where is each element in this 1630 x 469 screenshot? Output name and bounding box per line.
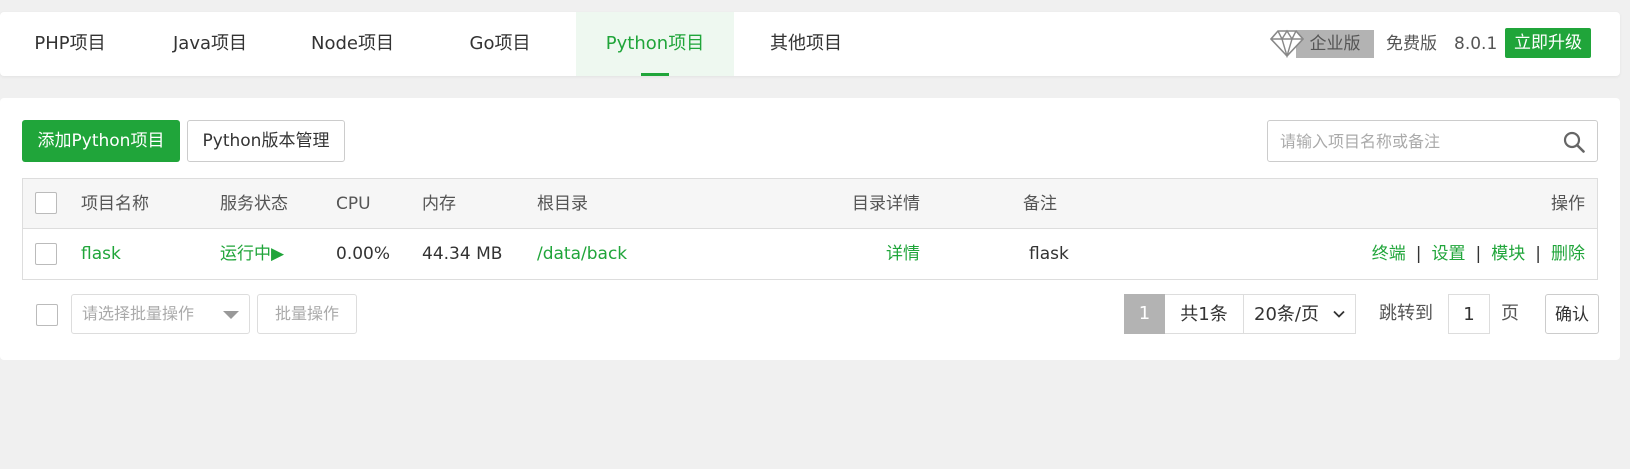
goto-page-input[interactable]: 1 — [1448, 294, 1490, 334]
root-dir-link[interactable]: /data/back — [537, 229, 627, 279]
tab-other[interactable]: 其他项目 — [734, 12, 878, 76]
batch-operation-button[interactable]: 批量操作 — [257, 294, 357, 334]
memory-value: 44.34 MB — [422, 244, 503, 264]
project-name-link[interactable]: flask — [81, 229, 121, 279]
chevron-down-icon — [1333, 310, 1345, 318]
page-size-value: 20条/页 — [1254, 304, 1319, 325]
column-header-memory: 内存 — [422, 194, 456, 214]
settings-link[interactable]: 设置 — [1432, 244, 1466, 264]
column-header-name: 项目名称 — [81, 194, 149, 214]
search-icon[interactable] — [1563, 131, 1585, 153]
project-panel: 添加Python项目 Python版本管理 项目名称 服务状态 CPU 内存 根… — [0, 98, 1620, 360]
add-python-project-button[interactable]: 添加Python项目 — [22, 120, 180, 162]
batch-select-all-checkbox[interactable] — [36, 304, 58, 326]
search-box — [1267, 120, 1598, 162]
terminal-link[interactable]: 终端 — [1372, 244, 1406, 264]
caret-down-icon — [223, 311, 239, 319]
diamond-icon — [1270, 29, 1304, 58]
op-separator: | — [1415, 244, 1422, 264]
op-separator: | — [1535, 244, 1541, 264]
delete-link[interactable]: 删除 — [1551, 244, 1585, 264]
column-header-ops: 操作 — [1551, 194, 1585, 214]
remark-value[interactable]: flask — [1029, 229, 1069, 279]
tab-java[interactable]: Java项目 — [140, 12, 280, 76]
service-status[interactable]: 运行中▶ — [220, 229, 284, 279]
pagination-total: 共1条 — [1165, 294, 1244, 334]
table-header: 项目名称 服务状态 CPU 内存 根目录 目录详情 备注 操作 — [23, 179, 1597, 229]
project-type-tabbar: PHP项目 Java项目 Node项目 Go项目 Python项目 其他项目 企… — [0, 12, 1620, 76]
project-table: 项目名称 服务状态 CPU 内存 根目录 目录详情 备注 操作 flask 运行… — [22, 178, 1598, 280]
batch-operation-select[interactable]: 请选择批量操作 — [71, 294, 250, 334]
column-header-remark: 备注 — [1023, 194, 1057, 214]
tab-go[interactable]: Go项目 — [425, 12, 575, 76]
page-unit-label: 页 — [1501, 303, 1519, 324]
page-size-select[interactable]: 20条/页 — [1244, 294, 1356, 334]
column-header-status: 服务状态 — [220, 194, 288, 214]
pagination-current-page[interactable]: 1 — [1124, 294, 1165, 334]
op-separator: | — [1475, 244, 1482, 264]
table-row: flask 运行中▶ 0.00% 44.34 MB /data/back 详情 … — [23, 229, 1597, 280]
search-input[interactable] — [1268, 121, 1548, 161]
column-header-cpu: CPU — [336, 194, 371, 214]
python-version-management-button[interactable]: Python版本管理 — [187, 120, 345, 162]
modules-link[interactable]: 模块 — [1491, 244, 1525, 264]
cpu-value: 0.00% — [336, 244, 391, 264]
column-header-dir-detail: 目录详情 — [852, 194, 920, 214]
upgrade-button[interactable]: 立即升级 — [1505, 28, 1591, 58]
column-header-root: 根目录 — [537, 194, 588, 214]
tab-node[interactable]: Node项目 — [280, 12, 425, 76]
version-label: 8.0.1 — [1454, 34, 1498, 54]
enterprise-badge: 企业版 — [1296, 30, 1374, 58]
goto-confirm-button[interactable]: 确认 — [1545, 294, 1599, 334]
goto-label: 跳转到 — [1379, 303, 1433, 324]
tab-php[interactable]: PHP项目 — [0, 12, 140, 76]
row-operations: 终端 | 设置 | 模块 | 删除 — [1372, 229, 1585, 279]
batch-select-placeholder: 请选择批量操作 — [82, 304, 195, 323]
dir-detail-link[interactable]: 详情 — [886, 229, 920, 279]
free-edition-label: 免费版 — [1386, 34, 1437, 54]
row-checkbox[interactable] — [35, 243, 57, 265]
select-all-checkbox[interactable] — [35, 192, 57, 214]
tab-python[interactable]: Python项目 — [576, 12, 734, 76]
